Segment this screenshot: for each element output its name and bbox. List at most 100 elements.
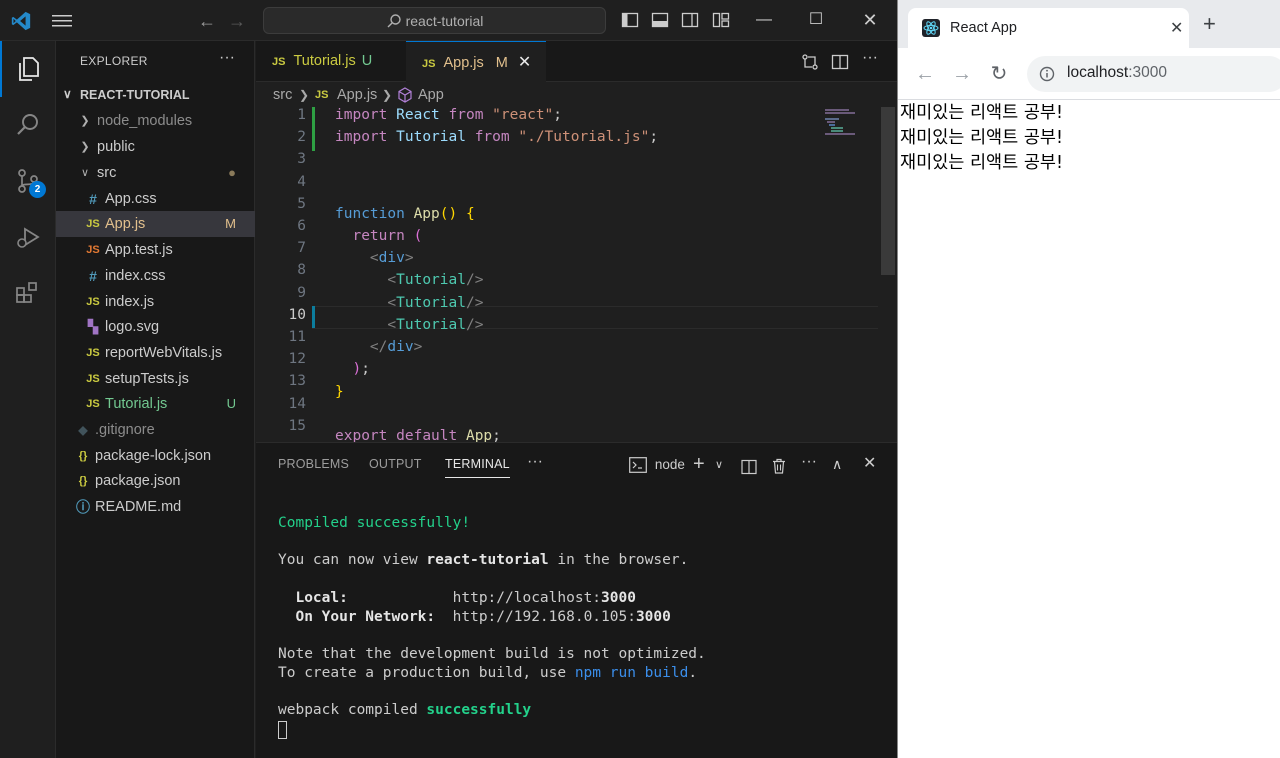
tree-item-label: package-lock.json [95,448,212,464]
address-bar[interactable]: localhost:3000 [1027,56,1280,92]
terminal-note-line-2: To create a production build, use npm ru… [278,665,697,681]
activity-bar: 2 [0,41,56,758]
explorer-more-button[interactable]: ··· [219,49,235,67]
split-editor-icon[interactable] [831,53,849,71]
tab-tutorial-js[interactable]: JS Tutorial.js U [256,41,406,82]
source-control-activity[interactable] [0,153,56,209]
back-arrow-icon[interactable]: ← [197,11,217,31]
forward-arrow-icon[interactable]: → [227,11,247,31]
tree-item[interactable]: JS index.js [56,289,255,315]
search-icon [17,114,38,135]
tree-item[interactable]: ⓘ README.md [56,494,255,520]
line-number: 2 [297,129,306,145]
terminal-view-line: You can now view react-tutorial in the b… [278,552,688,568]
split-terminal-icon[interactable] [741,456,757,478]
terminal-local-url: http://localhost: [452,590,602,606]
close-tab-icon[interactable]: ✕ [1170,18,1183,38]
reload-icon[interactable]: ↻ [988,63,1010,85]
tab-terminal[interactable]: TERMINAL [445,457,510,478]
minimize-button[interactable]: — [744,7,784,35]
tree-item[interactable]: {} package-lock.json [56,443,255,469]
chevron-right-icon: ❯ [382,88,393,102]
back-icon[interactable]: ← [914,63,936,85]
more-actions-icon[interactable]: ··· [862,49,880,67]
tree-item[interactable]: JS App.js M [56,211,255,237]
explorer-activity[interactable] [0,41,56,97]
panel-more-button[interactable]: ··· [527,451,543,473]
tree-item[interactable]: ❯ public [56,134,255,160]
chevron-right-icon: ❯ [80,115,90,127]
command-center-search[interactable]: react-tutorial [263,7,606,34]
terminal-icon [629,457,647,474]
code-editor[interactable]: 1 2 3 4 5 6 7 8 9 10 11 12 13 14 15 import React from … [256,107,878,444]
toggle-panel-icon[interactable] [651,11,669,29]
chevron-right-icon: ❯ [80,141,90,153]
tree-item[interactable]: ◆ .gitignore [56,417,255,443]
tab-status: U [361,53,373,69]
terminal-selector[interactable]: node [629,453,685,475]
customize-layout-icon[interactable] [712,11,730,29]
info-file-icon: ⓘ [76,499,90,515]
terminal-local-line: Local: http://localhost:3000 [278,590,635,606]
toggle-secondary-sidebar-icon[interactable] [681,11,699,29]
code-line-1: import React from "react"; [335,107,563,123]
run-debug-activity[interactable] [0,209,56,265]
new-terminal-icon[interactable]: + [693,453,705,475]
tab-status: M [495,55,508,71]
breadcrumb: src ❯ JS App.js ❯ App [256,83,897,107]
terminal-network-port: 3000 [635,609,671,625]
run-debug-icon [17,227,40,248]
chevron-down-icon[interactable]: ∨ [715,454,723,476]
toggle-primary-sidebar-icon[interactable] [621,11,639,29]
tab-label: Tutorial.js [293,53,356,69]
tree-item[interactable]: {} package.json [56,468,255,494]
new-tab-icon[interactable]: + [1203,13,1216,35]
tree-item-label: index.js [105,294,155,310]
code-line-6: return ( [352,228,423,244]
tab-app-js[interactable]: JS App.js M ✕ [406,41,546,82]
js-file-icon: JS [315,89,329,101]
browser-toolbar: ← → ↻ localhost:3000 [898,48,1280,100]
editor-scrollbar[interactable] [881,107,895,275]
tree-item[interactable]: JS setupTests.js [56,366,255,392]
close-panel-icon[interactable]: ✕ [863,453,876,475]
tree-item-label: App.test.js [105,242,173,258]
tree-item[interactable]: # index.css [56,263,255,289]
tree-item[interactable]: JS App.test.js [56,237,255,263]
maximize-button[interactable]: ☐ [796,7,836,35]
maximize-panel-icon[interactable]: ∧ [832,453,842,475]
tab-output[interactable]: OUTPUT [369,457,422,471]
url-port: :3000 [1128,64,1167,81]
line-number: 10 [288,307,306,323]
breadcrumb-file[interactable]: App.js [337,83,377,107]
tree-item-label: index.css [105,268,166,284]
extensions-activity[interactable] [0,265,56,321]
browser-tab[interactable]: React App ✕ [908,8,1189,48]
tree-item-label: App.js [105,216,146,232]
gutter-modified-indicator [312,306,315,328]
close-window-button[interactable]: ✕ [850,7,890,35]
minimap[interactable] [823,107,883,442]
js-file-icon: JS [86,244,100,256]
breadcrumb-symbol[interactable]: App [418,83,444,107]
symbol-method-icon [398,87,412,103]
tree-item[interactable]: ∨ src ● [56,160,255,186]
tree-item[interactable]: ❯ node_modules [56,108,255,134]
menu-icon[interactable] [52,13,72,29]
tab-problems[interactable]: PROBLEMS [278,457,349,471]
tree-item[interactable]: JS reportWebVitals.js [56,340,255,366]
forward-icon[interactable]: → [951,63,973,85]
tree-item[interactable]: ▚ logo.svg [56,314,255,340]
tree-item[interactable]: # App.css [56,186,255,212]
trash-icon[interactable] [771,455,787,477]
search-activity[interactable] [0,97,56,153]
project-header[interactable]: ∨ REACT-TUTORIAL [56,86,255,108]
js-file-icon: JS [86,296,100,308]
tab-close-icon[interactable]: ✕ [518,54,531,71]
terminal-name: node [654,457,685,472]
open-changes-icon[interactable] [801,53,819,71]
breadcrumb-src[interactable]: src [273,83,292,107]
tree-item[interactable]: JS Tutorial.js U [56,391,255,417]
terminal-more-icon[interactable]: ··· [801,451,817,473]
terminal-text: webpack compiled [278,702,427,718]
